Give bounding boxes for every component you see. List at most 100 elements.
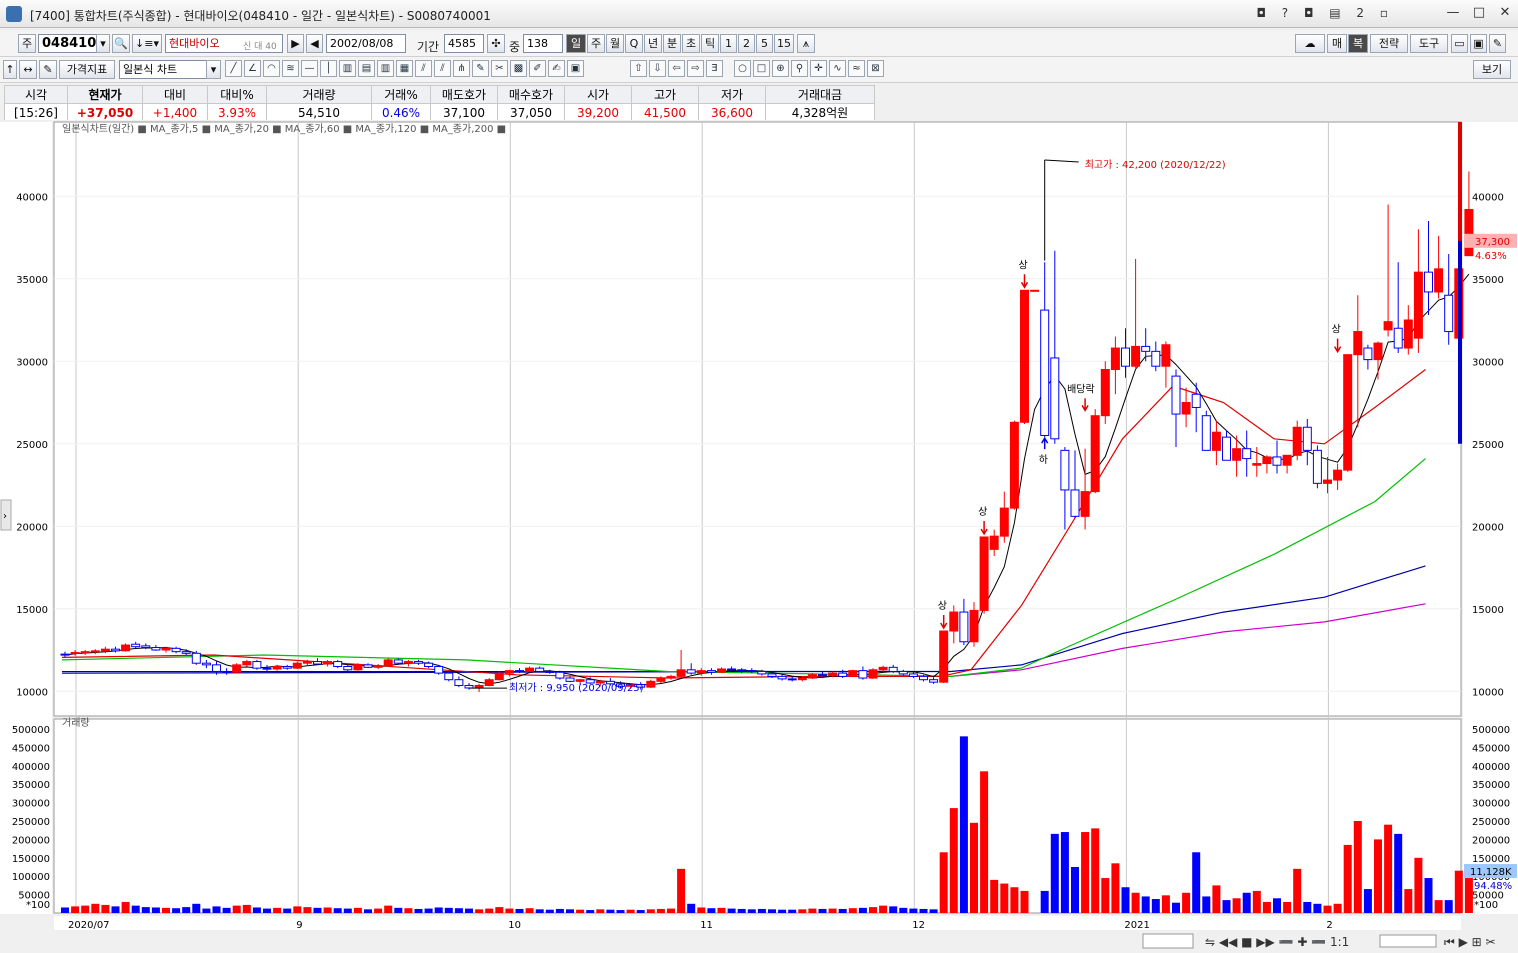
playback-controls[interactable]: ⇋ ◀◀ ■ ▶▶ ➖ ✚ ➖ 1:1 bbox=[1205, 935, 1349, 949]
volume-bar[interactable] bbox=[606, 909, 615, 913]
candle-body[interactable] bbox=[545, 670, 555, 673]
volume-bar[interactable] bbox=[1010, 887, 1019, 913]
volume-bar[interactable] bbox=[454, 908, 463, 913]
candle-body[interactable] bbox=[666, 675, 676, 679]
interval-1[interactable]: 1 bbox=[720, 34, 737, 53]
candle-body[interactable] bbox=[706, 670, 716, 673]
volume-bar[interactable] bbox=[141, 907, 150, 913]
hline-icon[interactable]: — bbox=[301, 60, 318, 77]
volume-bar[interactable] bbox=[788, 909, 797, 913]
candle-body[interactable] bbox=[1242, 448, 1252, 460]
volume-bar[interactable] bbox=[111, 906, 120, 913]
candle-body[interactable] bbox=[1040, 309, 1050, 437]
candle-body[interactable] bbox=[818, 674, 827, 677]
volume-bar[interactable] bbox=[1384, 824, 1393, 913]
period-input[interactable]: 4585 bbox=[444, 34, 484, 53]
candle-body[interactable] bbox=[838, 672, 848, 677]
candle-body[interactable] bbox=[898, 670, 908, 675]
candle-body[interactable] bbox=[201, 662, 211, 666]
candle-body[interactable] bbox=[424, 662, 434, 668]
candle-body[interactable] bbox=[959, 611, 969, 643]
candle-body[interactable] bbox=[1161, 344, 1171, 367]
candle-body[interactable] bbox=[1009, 421, 1019, 509]
volume-bar[interactable] bbox=[990, 879, 999, 913]
candle-body[interactable] bbox=[444, 672, 454, 681]
volume-bar[interactable] bbox=[545, 909, 554, 913]
fibo-icon[interactable]: ▤ bbox=[358, 60, 375, 77]
chart-legend[interactable]: 일본식차트(일간) ■ MA_종가,5 ■ MA_종가,20 ■ MA_종가,6… bbox=[62, 123, 506, 135]
volume-bar[interactable] bbox=[717, 907, 726, 913]
restore-button[interactable]: □ bbox=[1466, 2, 1492, 24]
circle-icon[interactable]: ○ bbox=[734, 60, 751, 77]
volume-bar[interactable] bbox=[778, 909, 787, 913]
volume-bar[interactable] bbox=[980, 771, 989, 913]
volume-bar[interactable] bbox=[1293, 868, 1302, 913]
candle-body[interactable] bbox=[333, 661, 343, 667]
volume-bar[interactable] bbox=[1202, 896, 1211, 913]
volume-bar[interactable] bbox=[1091, 828, 1100, 913]
interval-Q[interactable]: Q bbox=[625, 34, 643, 53]
volume-bar[interactable] bbox=[283, 908, 292, 913]
arrow-left-icon[interactable]: ⇦ bbox=[668, 60, 685, 77]
volume-bar[interactable] bbox=[889, 906, 898, 913]
volume-bar[interactable] bbox=[1454, 870, 1463, 913]
volume-bar[interactable] bbox=[1273, 898, 1281, 913]
volume-bar[interactable] bbox=[444, 907, 453, 913]
volume-bar[interactable] bbox=[1333, 903, 1342, 913]
candle-body[interactable] bbox=[323, 661, 333, 665]
volume-bar[interactable] bbox=[1081, 832, 1090, 913]
strategy-button[interactable]: 전략 bbox=[1370, 34, 1408, 53]
volume-bar[interactable] bbox=[848, 908, 857, 913]
volume-bar[interactable] bbox=[81, 905, 90, 913]
volume-bar[interactable] bbox=[151, 907, 160, 913]
view-button[interactable]: 보기 bbox=[1473, 60, 1511, 79]
vline-icon[interactable]: │ bbox=[320, 60, 337, 77]
volume-bar[interactable] bbox=[919, 908, 928, 913]
candle-body[interactable] bbox=[1070, 489, 1080, 517]
candle-body[interactable] bbox=[1272, 456, 1282, 466]
candle-body[interactable] bbox=[1262, 456, 1272, 465]
volume-legend[interactable]: 거래량 bbox=[62, 717, 90, 729]
volume-bar[interactable] bbox=[970, 822, 978, 913]
candle-body[interactable] bbox=[1434, 268, 1444, 293]
title-tools[interactable]: ◘ ? ◘ ▤ 2 ▫ bbox=[1256, 6, 1394, 20]
volume-bar[interactable] bbox=[1111, 863, 1120, 913]
volume-bar[interactable] bbox=[909, 908, 918, 913]
up-arrow-icon[interactable]: ↑ bbox=[3, 60, 17, 79]
candle-body[interactable] bbox=[1252, 463, 1262, 466]
volume-bar[interactable] bbox=[182, 907, 191, 913]
scrollbar[interactable] bbox=[1142, 933, 1194, 949]
volume-bar[interactable] bbox=[384, 905, 393, 913]
candle-body[interactable] bbox=[1121, 347, 1130, 367]
volume-bar[interactable] bbox=[879, 905, 888, 913]
volume-bar[interactable] bbox=[1101, 878, 1110, 913]
candle-body[interactable] bbox=[252, 661, 262, 669]
volume-bar[interactable] bbox=[1394, 833, 1403, 913]
volume-bar[interactable] bbox=[1434, 900, 1443, 913]
volume-bar[interactable] bbox=[131, 905, 140, 913]
volume-bar[interactable] bbox=[394, 907, 403, 913]
zoom-slider[interactable] bbox=[1379, 934, 1437, 948]
volume-bar[interactable] bbox=[626, 909, 635, 913]
volume-bar[interactable] bbox=[475, 909, 484, 913]
candle-body[interactable] bbox=[1383, 321, 1393, 331]
cloud-icon[interactable]: ☁ bbox=[1295, 34, 1325, 53]
period-icon[interactable]: ▦ bbox=[396, 60, 413, 77]
volume-bar[interactable] bbox=[727, 908, 736, 913]
parallel-icon[interactable]: ⫽ bbox=[434, 60, 451, 77]
candle-body[interactable] bbox=[939, 630, 949, 683]
volume-bar[interactable] bbox=[1151, 899, 1160, 913]
candle-body[interactable] bbox=[90, 650, 100, 653]
volume-bar[interactable] bbox=[929, 909, 938, 913]
volume-bar[interactable] bbox=[939, 852, 948, 913]
candle-body[interactable] bbox=[696, 670, 706, 674]
candle-body[interactable] bbox=[151, 647, 161, 651]
interval-일[interactable]: 일 bbox=[566, 34, 586, 53]
minimize-button[interactable]: — bbox=[1440, 2, 1466, 24]
volume-bar[interactable] bbox=[434, 907, 443, 913]
candle-body[interactable] bbox=[1302, 426, 1312, 451]
volume-bar[interactable] bbox=[828, 908, 837, 913]
volume-bar[interactable] bbox=[252, 907, 261, 913]
volume-bar[interactable] bbox=[1040, 890, 1049, 913]
color-icon[interactable]: ▩ bbox=[510, 60, 527, 77]
